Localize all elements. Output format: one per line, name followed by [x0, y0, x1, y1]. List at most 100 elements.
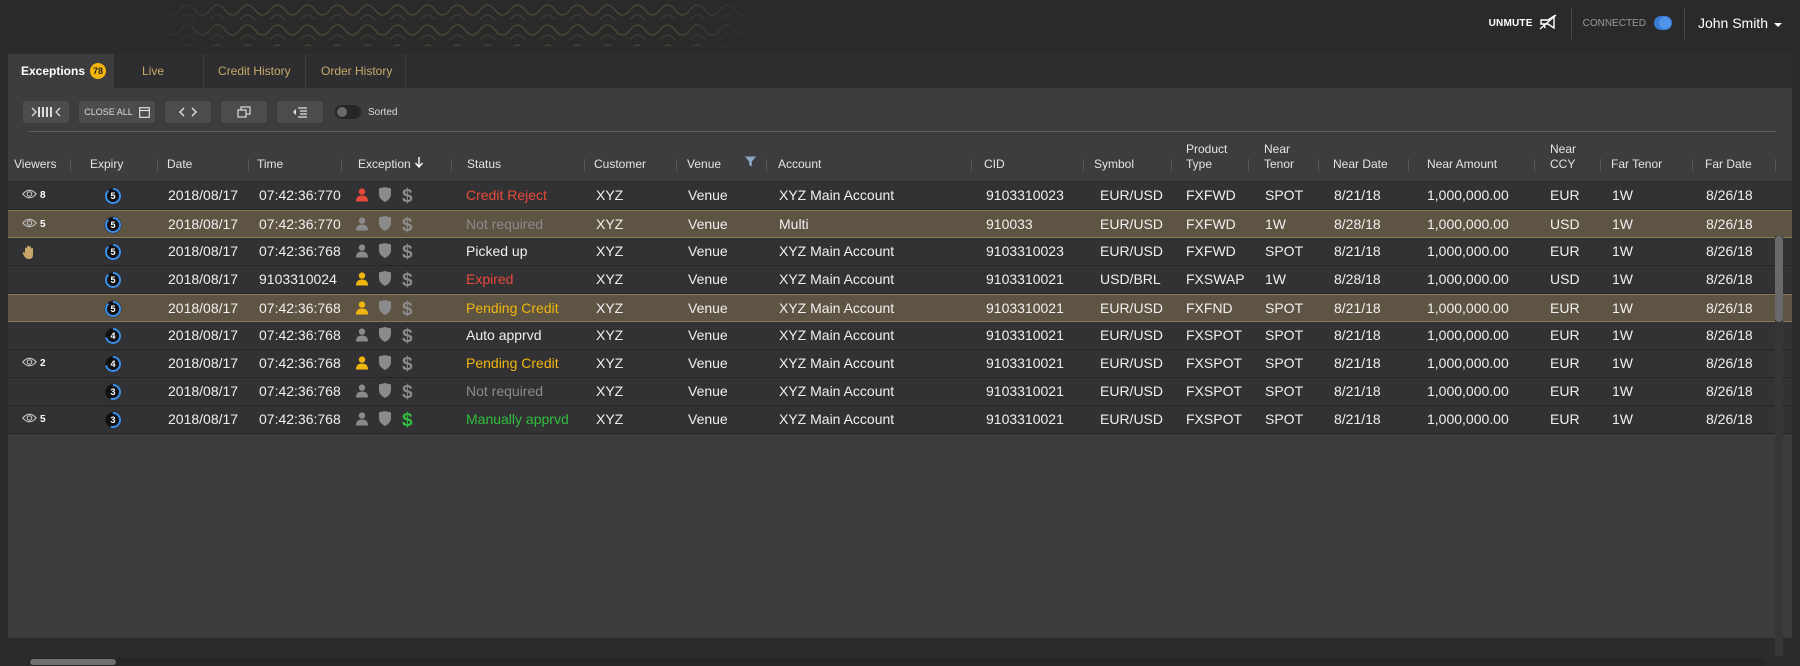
unmute-button[interactable]: UNMUTE — [1479, 14, 1571, 33]
column-resizer[interactable] — [341, 159, 342, 171]
col-header-venue[interactable]: Venue — [687, 157, 721, 172]
user-icon[interactable] — [356, 383, 368, 403]
collapse-panel-button[interactable] — [277, 101, 323, 123]
column-resizer[interactable] — [1171, 159, 1172, 171]
user-icon[interactable] — [356, 187, 368, 207]
column-resizer[interactable] — [70, 159, 71, 171]
shield-icon[interactable] — [378, 411, 392, 431]
col-header-near-tenor[interactable]: Near Tenor — [1264, 142, 1294, 172]
column-resizer[interactable] — [1248, 159, 1249, 171]
prev-next-button[interactable] — [165, 101, 211, 123]
col-header-customer[interactable]: Customer — [594, 157, 646, 172]
sorted-toggle[interactable] — [335, 105, 361, 119]
shield-icon[interactable] — [378, 216, 392, 236]
tab-live[interactable]: Live — [114, 54, 204, 88]
user-icon[interactable] — [356, 411, 368, 431]
viewers-cell[interactable]: 8 — [21, 189, 46, 202]
horizontal-scrollbar-thumb[interactable] — [30, 659, 116, 665]
shield-icon[interactable] — [378, 187, 392, 207]
col-header-symbol[interactable]: Symbol — [1094, 157, 1134, 172]
viewers-cell[interactable]: 5 — [21, 218, 46, 231]
col-header-time[interactable]: Time — [257, 157, 283, 172]
column-resizer[interactable] — [451, 159, 452, 171]
user-icon[interactable] — [356, 355, 368, 375]
column-resizer[interactable] — [1083, 159, 1084, 171]
user-menu[interactable]: John Smith — [1685, 15, 1800, 31]
table-row[interactable]: 5 2018/08/17 07:42:36:768 $ Picked up XY… — [8, 238, 1792, 266]
table-row[interactable]: 5 2018/08/17 9103310024 $ Expired XYZ Ve… — [8, 266, 1792, 294]
dollar-icon[interactable]: $ — [402, 327, 413, 346]
dollar-icon[interactable]: $ — [402, 187, 413, 206]
user-icon[interactable] — [356, 216, 368, 236]
col-header-product-type[interactable]: Product Type — [1186, 142, 1227, 172]
column-resizer[interactable] — [1600, 159, 1601, 171]
column-resizer[interactable] — [1534, 159, 1535, 171]
shield-icon[interactable] — [378, 271, 392, 291]
column-resizer[interactable] — [1318, 159, 1319, 171]
venue-cell: Venue — [688, 243, 728, 259]
col-header-near-ccy[interactable]: Near CCY — [1550, 142, 1576, 172]
column-resizer[interactable] — [971, 159, 972, 171]
col-header-exception[interactable]: Exception — [358, 157, 423, 172]
col-header-far-tenor[interactable]: Far Tenor — [1611, 157, 1662, 172]
viewers-cell[interactable]: 2 — [21, 357, 46, 370]
dollar-icon[interactable]: $ — [402, 355, 413, 374]
table-row[interactable]: 4 2018/08/17 07:42:36:768 $ Auto apprvd … — [8, 322, 1792, 350]
column-resize-button[interactable] — [23, 101, 69, 123]
column-resizer[interactable] — [584, 159, 585, 171]
table-row[interactable]: 5 2018/08/17 07:42:36:768 $ Pending Cred… — [8, 294, 1792, 322]
col-header-expiry[interactable]: Expiry — [90, 157, 123, 172]
col-header-account[interactable]: Account — [778, 157, 821, 172]
col-header-status[interactable]: Status — [467, 157, 501, 172]
col-header-date[interactable]: Date — [167, 157, 192, 172]
column-resizer[interactable] — [766, 159, 767, 171]
table-row[interactable]: 2 4 2018/08/17 07:42:36:768 $ Pending Cr… — [8, 350, 1792, 378]
shield-icon[interactable] — [378, 383, 392, 403]
symbol-cell: EUR/USD — [1100, 355, 1164, 371]
dollar-icon[interactable]: $ — [402, 243, 413, 262]
col-header-far-date[interactable]: Far Date — [1705, 157, 1752, 172]
shield-icon[interactable] — [378, 355, 392, 375]
column-resizer[interactable] — [1408, 159, 1409, 171]
table-row[interactable]: 8 5 2018/08/17 07:42:36:770 $ Credit Rej… — [8, 182, 1792, 210]
col-header-near-date[interactable]: Near Date — [1333, 157, 1388, 172]
horizontal-scrollbar-track[interactable] — [28, 658, 1766, 666]
dollar-icon[interactable]: $ — [402, 300, 413, 319]
tab-order-history[interactable]: Order History — [306, 54, 406, 88]
shield-icon[interactable] — [378, 327, 392, 347]
viewers-cell[interactable] — [22, 245, 39, 263]
table-row[interactable]: 5 5 2018/08/17 07:42:36:770 $ Not requir… — [8, 210, 1792, 238]
dollar-icon[interactable]: $ — [402, 216, 413, 235]
status-cell: Manually apprvd — [466, 411, 569, 427]
tab-credit-history[interactable]: Credit History — [204, 54, 306, 88]
venue-cell: Venue — [688, 187, 728, 203]
user-icon[interactable] — [356, 243, 368, 263]
connection-status[interactable]: CONNECTED — [1572, 16, 1684, 30]
user-icon[interactable] — [356, 300, 368, 320]
col-header-cid[interactable]: CID — [984, 157, 1005, 172]
dollar-icon[interactable]: $ — [402, 411, 413, 430]
column-resizer[interactable] — [157, 159, 158, 171]
viewers-cell[interactable]: 5 — [21, 413, 46, 426]
user-icon[interactable] — [356, 327, 368, 347]
close-all-button[interactable]: CLOSE ALL — [79, 101, 155, 123]
column-resizer[interactable] — [1692, 159, 1693, 171]
tab-exceptions[interactable]: Exceptions 78 — [8, 54, 114, 88]
user-icon[interactable] — [356, 271, 368, 291]
col-header-near-amount[interactable]: Near Amount — [1427, 157, 1497, 172]
vertical-scrollbar-thumb[interactable] — [1775, 236, 1783, 322]
dollar-icon[interactable]: $ — [402, 383, 413, 402]
shield-icon[interactable] — [378, 300, 392, 320]
dollar-icon[interactable]: $ — [402, 271, 413, 290]
table-row[interactable]: 3 2018/08/17 07:42:36:768 $ Not required… — [8, 378, 1792, 406]
filter-icon[interactable] — [745, 156, 756, 171]
column-resizer[interactable] — [1775, 159, 1776, 171]
shield-icon[interactable] — [378, 243, 392, 263]
exception-icons: $ — [356, 300, 413, 320]
column-resizer[interactable] — [248, 159, 249, 171]
table-row[interactable]: 5 3 2018/08/17 07:42:36:768 $ Manually a… — [8, 406, 1792, 434]
popout-button[interactable] — [221, 101, 267, 123]
col-header-viewers[interactable]: Viewers — [14, 157, 56, 172]
column-resizer[interactable] — [676, 159, 677, 171]
connection-toggle[interactable] — [1653, 16, 1672, 30]
